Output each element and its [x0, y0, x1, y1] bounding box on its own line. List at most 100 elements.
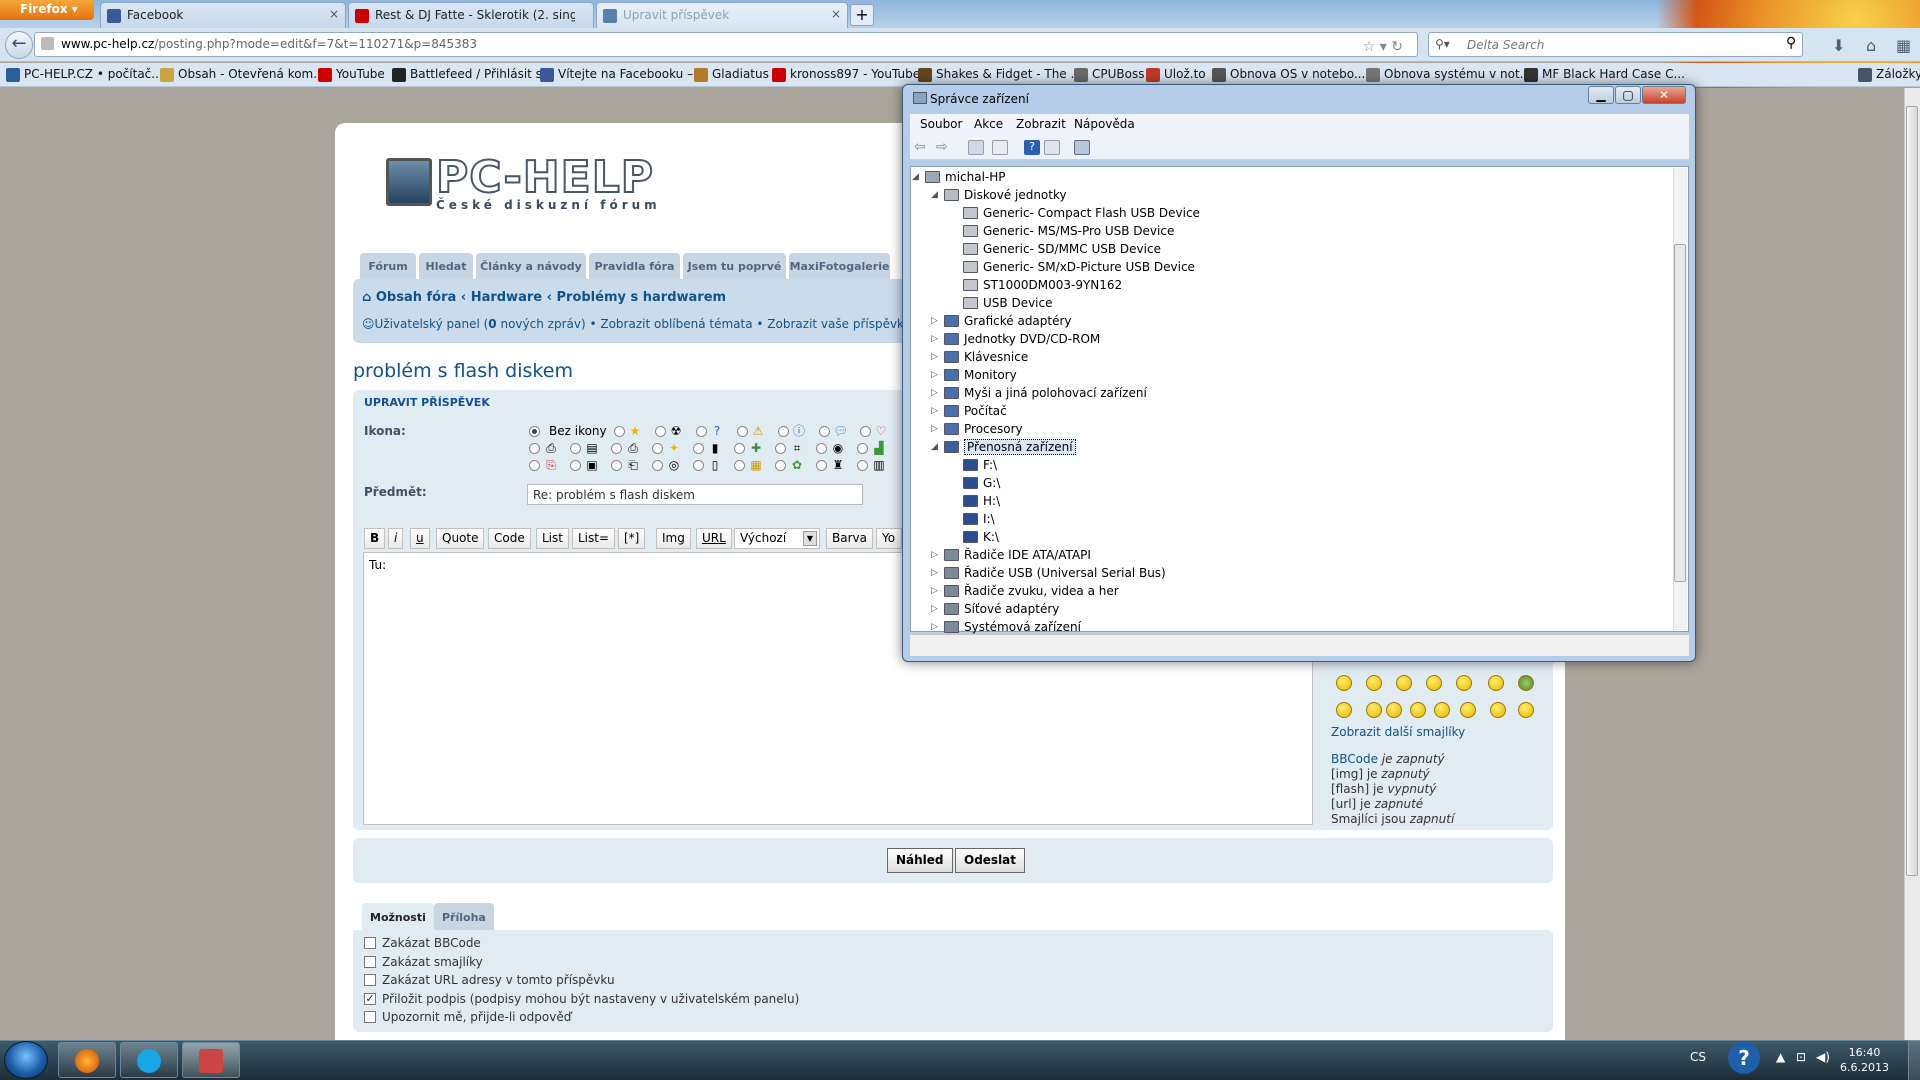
show-desktop-button[interactable]	[1908, 1040, 1920, 1080]
menu-action[interactable]: Akce	[974, 117, 1003, 131]
submit-button[interactable]: Odeslat	[955, 848, 1026, 873]
firefox-menu-button[interactable]: Firefox ▾	[0, 0, 94, 20]
show-hidden-icon[interactable]: ▲	[1776, 1050, 1785, 1064]
icon-radio[interactable]	[775, 443, 786, 454]
bookmark-item[interactable]: MF Black Hard Case C...	[1524, 67, 1685, 82]
icon-radio[interactable]	[614, 426, 625, 437]
code-button[interactable]: Code	[488, 528, 531, 549]
tab-options[interactable]: Možnosti	[362, 903, 434, 930]
new-tab-button[interactable]: +	[850, 4, 874, 26]
my-posts-link[interactable]: Zobrazit vaše příspěvky	[767, 317, 910, 331]
tab-forum[interactable]: Fórum	[360, 253, 416, 279]
bookmark-item[interactable]: Gladiatus	[694, 67, 769, 82]
site-logo[interactable]: PC-HELP	[435, 151, 654, 204]
tree-device[interactable]: I:\	[963, 512, 995, 526]
bookmark-item[interactable]: PC-HELP.CZ • počítač...	[6, 67, 163, 82]
expand-arrow-icon[interactable]: ▷	[931, 424, 938, 434]
icon-radio[interactable]	[737, 426, 748, 437]
icon-radio[interactable]	[857, 460, 868, 471]
bookmark-item[interactable]: Obnova systému v not...	[1366, 67, 1531, 82]
list-button[interactable]: List	[536, 528, 569, 549]
expand-arrow-icon[interactable]: ▷	[931, 550, 938, 560]
quote-button[interactable]: Quote	[436, 528, 485, 549]
tree-group[interactable]: Přenosná zařízení ◢	[931, 439, 1076, 455]
tab-rules[interactable]: Pravidla fóra	[589, 253, 680, 279]
tree-group[interactable]: Řadiče IDE ATA/ATAPI ▷	[931, 548, 1091, 562]
volume-icon[interactable]: ◀)	[1816, 1050, 1830, 1064]
expand-arrow-icon[interactable]: ▷	[931, 568, 938, 578]
bbcode-link[interactable]: BBCode	[1331, 752, 1378, 766]
expand-arrow-icon[interactable]: ▷	[931, 388, 938, 398]
bookmark-item[interactable]: Obnova OS v notebo...	[1212, 67, 1365, 82]
option-notify[interactable]: Upozornit mě, přijde-li odpověď	[364, 1010, 571, 1024]
tree-group[interactable]: Počítač ▷	[931, 404, 1007, 418]
download-icon[interactable]: ⬇	[1832, 36, 1845, 55]
option-attach-signature[interactable]: ✓ Přiložit podpis (podpisy mohou být nast…	[364, 992, 799, 1006]
tree-group[interactable]: Systémová zařízení ▷	[931, 620, 1081, 634]
search-input[interactable]: ⚲▾ Delta Search	[1428, 32, 1803, 57]
img-button[interactable]: Img	[656, 528, 691, 549]
tree-device[interactable]: ST1000DM003-9YN162	[963, 278, 1122, 292]
tab-first-time[interactable]: Jsem tu poprvé	[683, 253, 786, 279]
expand-arrow-icon[interactable]: ▷	[931, 352, 938, 362]
checkbox[interactable]	[364, 1011, 376, 1023]
tree-group[interactable]: Řadiče USB (Universal Serial Bus) ▷	[931, 566, 1166, 580]
icon-radio[interactable]	[570, 460, 581, 471]
collapse-arrow-icon[interactable]: ◢	[931, 190, 938, 200]
italic-button[interactable]: i	[388, 528, 404, 549]
start-button[interactable]	[4, 1041, 48, 1079]
bookmark-item[interactable]: YouTube	[318, 67, 385, 82]
smiley-icon[interactable]	[1396, 675, 1412, 691]
icon-radio[interactable]	[816, 443, 827, 454]
breadcrumb-item[interactable]: Obsah fóra	[376, 290, 456, 305]
icon-radio[interactable]	[570, 443, 581, 454]
tree-device[interactable]: Generic- Compact Flash USB Device	[963, 206, 1200, 220]
smiley-icon[interactable]	[1366, 702, 1382, 718]
more-smilies-link[interactable]: Zobrazit další smajlíky	[1331, 725, 1465, 739]
smiley-icon[interactable]	[1488, 675, 1504, 691]
tree-group[interactable]: Diskové jednotky ◢	[931, 188, 1067, 202]
tree-group[interactable]: Jednotky DVD/CD-ROM ▷	[931, 332, 1100, 346]
icon-radio[interactable]	[860, 426, 871, 437]
url-button[interactable]: URL	[696, 528, 732, 549]
icon-radio[interactable]	[816, 460, 827, 471]
icon-radio[interactable]	[819, 426, 830, 437]
bookmark-item[interactable]: Vítejte na Facebooku –...	[540, 67, 705, 82]
taskbar-device-manager[interactable]	[182, 1042, 240, 1078]
icon-radio[interactable]	[734, 443, 745, 454]
preview-button[interactable]: Náhled	[887, 848, 953, 873]
icon-radio[interactable]	[652, 443, 663, 454]
tree-device[interactable]: G:\	[963, 476, 1000, 490]
collapse-arrow-icon[interactable]: ◢	[912, 172, 919, 182]
menu-view[interactable]: Zobrazit	[1016, 117, 1066, 131]
minimize-button[interactable]: ▁	[1588, 86, 1614, 104]
help-icon[interactable]: ?	[1728, 1042, 1760, 1074]
close-button[interactable]: ✕	[1642, 86, 1686, 104]
list-icon[interactable]	[992, 140, 1008, 155]
menu-file[interactable]: Soubor	[920, 117, 962, 131]
tab-facebook[interactable]: Facebook ×	[100, 2, 346, 28]
bookmark-item[interactable]: Ulož.to	[1146, 67, 1206, 82]
smiley-icon[interactable]	[1434, 702, 1450, 718]
tree-group[interactable]: Řadiče zvuku, videa a her ▷	[931, 584, 1119, 598]
icon-radio[interactable]	[857, 443, 868, 454]
icon-radio[interactable]	[778, 426, 789, 437]
taskbar-skype[interactable]	[120, 1042, 178, 1078]
tree-device[interactable]: K:\	[963, 530, 999, 544]
expand-arrow-icon[interactable]: ▷	[931, 586, 938, 596]
search-engine-icon[interactable]: ⚲▾	[1435, 37, 1450, 51]
checkbox[interactable]	[364, 974, 376, 986]
tree-device[interactable]: F:\	[963, 458, 997, 472]
close-icon[interactable]: ×	[329, 7, 339, 21]
font-size-select[interactable]: Výchozí ▼	[734, 528, 820, 549]
page-title[interactable]: problém s flash diskem	[353, 360, 573, 382]
underline-button[interactable]: u	[410, 528, 430, 549]
tree-device[interactable]: H:\	[963, 494, 1000, 508]
scan-hardware-icon[interactable]	[1074, 140, 1090, 155]
expand-arrow-icon[interactable]: ▷	[931, 604, 938, 614]
icon-radio[interactable]	[611, 443, 622, 454]
bookmark-item[interactable]: Obsah - Otevřená kom...	[160, 67, 325, 82]
subject-input[interactable]: Re: problém s flash diskem	[527, 484, 863, 505]
close-icon[interactable]: ×	[831, 7, 841, 21]
option-disable-urls[interactable]: Zakázat URL adresy v tomto příspěvku	[364, 973, 615, 987]
